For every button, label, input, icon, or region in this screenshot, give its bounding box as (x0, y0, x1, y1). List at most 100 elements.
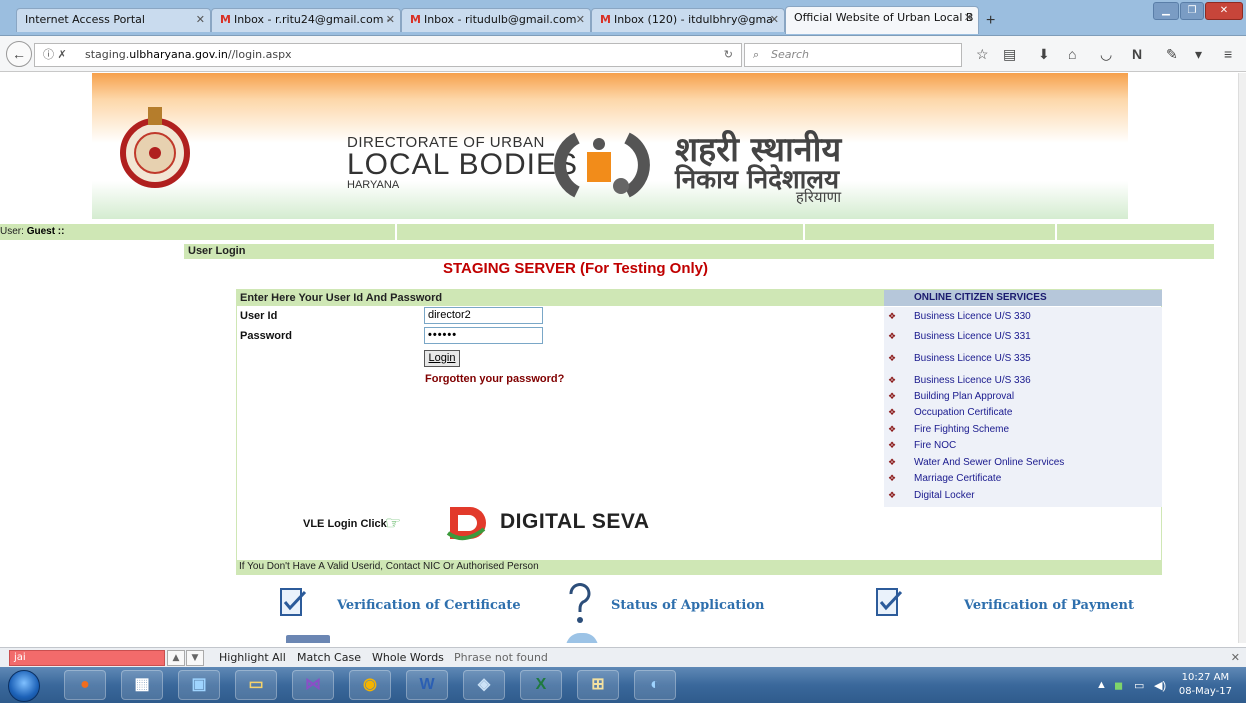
tab-close-icon[interactable]: ✕ (196, 13, 205, 26)
tab-label: Internet Access Portal (25, 13, 145, 26)
service-link-building-plan[interactable]: ❖ Building Plan Approval (884, 390, 1162, 406)
digital-seva-logo-icon[interactable] (444, 503, 492, 543)
service-link-business-331[interactable]: ❖ Business Licence U/S 331 (884, 330, 1162, 346)
system-clock[interactable]: 10:27 AM 08-May-17 (1179, 671, 1232, 699)
tab-gmail-inbox-3[interactable]: M Inbox (120) - itdulbhry@gma ✕ (591, 8, 785, 32)
search-placeholder: Search (771, 48, 810, 61)
user-value: Guest :: (26, 226, 65, 237)
home-icon[interactable]: ⌂ (1068, 46, 1076, 62)
new-tab-button[interactable]: + (986, 12, 995, 30)
network-app-icon[interactable]: ⊞ (577, 670, 619, 700)
volume-icon[interactable]: ◀) (1154, 679, 1166, 692)
vle-login-label: VLE Login Click (303, 518, 387, 530)
tab-internet-access-portal[interactable]: Internet Access Portal ✕ (16, 8, 211, 32)
media-icon[interactable]: ◈ (463, 670, 505, 700)
reload-icon[interactable]: ↻ (724, 44, 733, 66)
ulb-logo-icon (554, 132, 650, 198)
userid-label: User Id (240, 310, 278, 322)
messenger-icon[interactable]: ◐ (634, 670, 676, 700)
extension-icon[interactable]: ✎ (1166, 46, 1178, 63)
downloads-icon[interactable]: ⬇ (1038, 46, 1050, 63)
find-previous-button[interactable]: ▲ (167, 650, 185, 666)
site-banner: DIRECTORATE OF URBAN LOCAL BODIES HARYAN… (92, 73, 1128, 219)
tab-label: Official Website of Urban Local B (794, 11, 974, 24)
verification-of-payment-link[interactable]: Verification of Payment (964, 598, 1134, 613)
tray-app-icon[interactable]: ◼ (1114, 679, 1123, 692)
file-explorer-icon[interactable]: ▭ (235, 670, 277, 700)
service-link-business-336[interactable]: ❖ Business Licence U/S 336 (884, 374, 1162, 390)
maximize-button[interactable]: ❐ (1180, 2, 1204, 20)
tray-expand-icon[interactable]: ▲ (1096, 679, 1107, 691)
close-find-icon[interactable]: ✕ (1231, 651, 1240, 664)
network-icon[interactable]: ▭ (1134, 679, 1144, 692)
banner-en-line3: HARYANA (347, 179, 400, 191)
status-of-application-link[interactable]: Status of Application (611, 598, 764, 613)
url-domain: ulbharyana.gov.in (129, 48, 228, 61)
banner-hindi-title: शहरी स्थानीय निकाय निदेशालय हरियाणा (675, 133, 841, 205)
whole-words-toggle[interactable]: Whole Words (372, 651, 444, 664)
visual-studio-icon[interactable]: ⋈ (292, 670, 334, 700)
service-label: Fire NOC (914, 440, 957, 451)
tab-gmail-inbox-2[interactable]: M Inbox - ritudulb@gmail.com ✕ (401, 8, 591, 32)
pointing-hand-icon[interactable]: ☞ (385, 513, 401, 534)
publisher-icon[interactable]: ▣ (178, 670, 220, 700)
minimize-button[interactable]: ▁ (1153, 2, 1179, 20)
tab-close-icon[interactable]: ✕ (770, 13, 779, 26)
pocket-icon[interactable]: ◡ (1100, 46, 1112, 63)
menu-icon[interactable]: ≡ (1224, 46, 1232, 62)
overflow-chevron-icon[interactable]: ▾ (1195, 46, 1202, 63)
web-page: DIRECTORATE OF URBAN LOCAL BODIES HARYAN… (0, 73, 1238, 643)
word-icon[interactable]: W (406, 670, 448, 700)
start-button[interactable] (8, 670, 40, 702)
back-button[interactable]: ← (6, 41, 32, 67)
service-link-business-330[interactable]: ❖ Business Licence U/S 330 (884, 310, 1162, 326)
tab-urban-local-bodies[interactable]: Official Website of Urban Local B ✕ (785, 6, 979, 34)
reading-list-icon[interactable]: ▤ (1003, 46, 1016, 63)
banner-hi-line1: शहरी स्थानीय (675, 130, 842, 170)
payment-check-icon[interactable] (873, 586, 907, 620)
clock-time: 10:27 AM (1181, 672, 1230, 683)
service-link-water-sewer[interactable]: ❖ Water And Sewer Online Services (884, 456, 1162, 472)
login-panel-title: Enter Here Your User Id And Password (236, 290, 884, 306)
verification-of-certificate-link[interactable]: Verification of Certificate (337, 598, 521, 613)
match-case-toggle[interactable]: Match Case (297, 651, 361, 664)
tab-close-icon[interactable]: ✕ (386, 13, 395, 26)
address-bar[interactable]: ⓘ ✗ staging.ulbharyana.gov.in//login.asp… (34, 43, 742, 67)
service-link-marriage-certificate[interactable]: ❖ Marriage Certificate (884, 472, 1162, 488)
excel-icon[interactable]: X (520, 670, 562, 700)
password-input[interactable]: •••••• (424, 327, 543, 344)
close-window-button[interactable]: ✕ (1205, 2, 1243, 20)
service-link-occupation-certificate[interactable]: ❖ Occupation Certificate (884, 406, 1162, 422)
banner-en-line2: LOCAL BODIES (347, 148, 578, 181)
vertical-scrollbar[interactable] (1238, 73, 1246, 643)
chrome-icon[interactable]: ◉ (349, 670, 391, 700)
site-info-icon[interactable]: ⓘ ✗ (43, 44, 67, 66)
forgot-password-link[interactable]: Forgotten your password? (425, 373, 564, 385)
document-app-icon[interactable]: ▦ (121, 670, 163, 700)
tab-label: Inbox - r.ritu24@gmail.com - (233, 13, 391, 26)
tab-gmail-inbox-1[interactable]: M Inbox - r.ritu24@gmail.com - ✕ (211, 8, 401, 32)
highlight-all-toggle[interactable]: Highlight All (219, 651, 286, 664)
bullet-icon: ❖ (888, 375, 897, 385)
gmail-icon: M (600, 13, 611, 26)
question-mark-icon[interactable] (566, 582, 594, 626)
tab-close-icon[interactable]: ✕ (964, 11, 973, 24)
service-link-fire-fighting[interactable]: ❖ Fire Fighting Scheme (884, 423, 1162, 439)
find-input[interactable]: jai (9, 650, 165, 666)
password-label: Password (240, 330, 292, 342)
service-link-business-335[interactable]: ❖ Business Licence U/S 335 (884, 352, 1162, 368)
service-link-digital-locker[interactable]: ❖ Digital Locker (884, 489, 1162, 505)
onenote-icon[interactable]: N (1132, 46, 1142, 62)
login-button[interactable]: Login (424, 350, 460, 367)
firefox-icon[interactable]: ● (64, 670, 106, 700)
find-next-button[interactable]: ▼ (186, 650, 204, 666)
service-link-fire-noc[interactable]: ❖ Fire NOC (884, 439, 1162, 455)
userid-input[interactable]: director2 (424, 307, 543, 324)
online-services-list: ❖ Business Licence U/S 330 ❖ Business Lice… (884, 307, 1162, 507)
bookmark-star-icon[interactable]: ☆ (976, 46, 989, 63)
bullet-icon: ❖ (888, 457, 897, 467)
tab-close-icon[interactable]: ✕ (576, 13, 585, 26)
certificate-check-icon[interactable] (277, 586, 311, 620)
digital-seva-link[interactable]: DIGITAL SEVA (500, 510, 650, 534)
search-input[interactable]: ⌕ Search (744, 43, 962, 67)
